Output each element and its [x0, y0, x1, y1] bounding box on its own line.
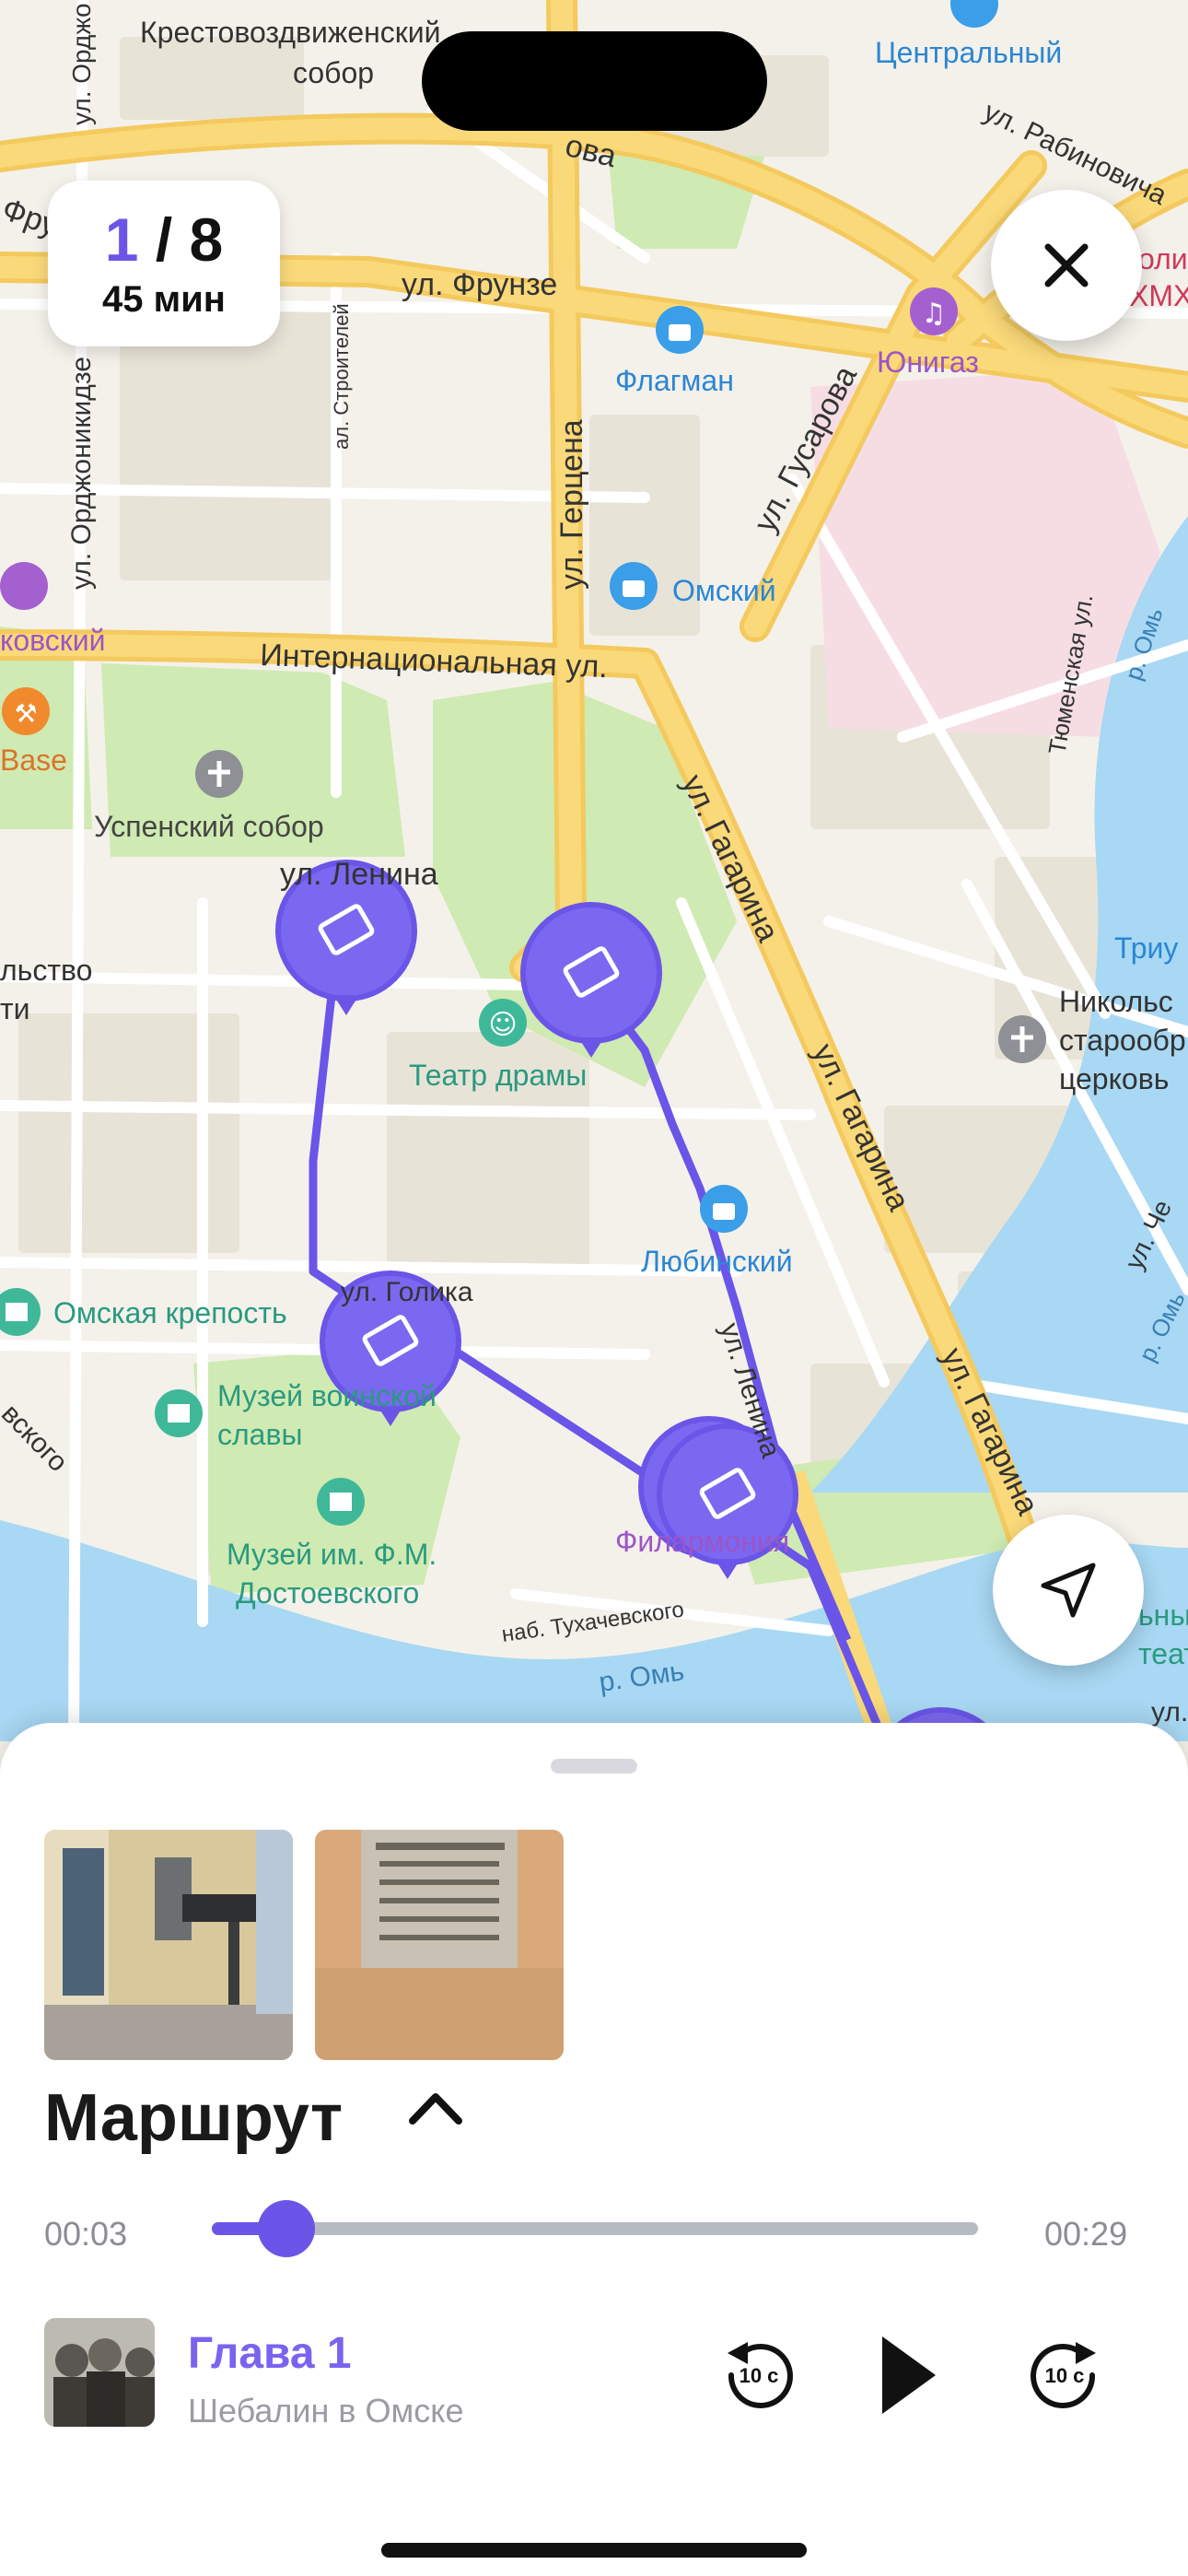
player-title: Маршрут: [44, 2081, 344, 2155]
entertainment-icon: [0, 562, 48, 610]
svg-text:⚒: ⚒: [14, 698, 37, 729]
place-label: церковь: [1059, 1062, 1169, 1095]
close-button[interactable]: [991, 190, 1142, 341]
current-stop: 1: [104, 205, 139, 274]
place-label: Base: [0, 744, 67, 777]
play-button[interactable]: [877, 2331, 941, 2419]
elapsed-time: 00:03: [44, 2215, 128, 2253]
place-label: Филармония: [615, 1525, 789, 1558]
place-label: Театр драмы: [409, 1059, 587, 1092]
my-location-button[interactable]: [993, 1515, 1144, 1666]
street-label: ул. Фрунзе: [402, 267, 557, 302]
shopping-bag-icon: [700, 1185, 748, 1233]
skip-back-button[interactable]: 10 с: [722, 2338, 796, 2412]
street-label: ул. Голика: [341, 1277, 473, 1307]
place-label: Музей воинской: [217, 1379, 437, 1412]
stop-photo[interactable]: [44, 1830, 293, 2060]
counter-separator: /: [138, 205, 190, 274]
route-duration: 45 мин: [102, 278, 226, 320]
place-label: Никольс: [1059, 985, 1173, 1018]
museum-icon: [317, 1478, 365, 1526]
chevron-up-icon[interactable]: [403, 2084, 468, 2130]
place-label: Центральный: [875, 36, 1062, 69]
restaurant-icon: ⚒: [2, 687, 50, 735]
place-label: Триу: [1114, 931, 1178, 965]
play-icon: [882, 2336, 936, 2414]
place-label: Флагман: [615, 364, 734, 397]
street-label: ул. Орджо: [67, 3, 96, 125]
place-label: ьны: [1138, 1598, 1188, 1632]
place-label: Юнигаз: [877, 345, 979, 379]
music-icon: ♫: [910, 287, 958, 335]
route-progress-card: 1 / 8 45 мин: [48, 181, 280, 346]
svg-text:☺: ☺: [488, 1009, 517, 1041]
sheet-handle[interactable]: [551, 1759, 637, 1774]
shopping-bag-icon: [610, 562, 658, 610]
svg-text:♫: ♫: [922, 298, 947, 330]
total-stops: 8: [189, 205, 224, 274]
place-label: Музей им. Ф.М.: [227, 1538, 437, 1571]
theatre-icon: ☺: [479, 999, 527, 1047]
total-time: 00:29: [1044, 2215, 1128, 2253]
place-label: Успенский собор: [94, 810, 324, 843]
street-label: ул. Герцена: [554, 419, 589, 590]
street-label: ул. Ленина: [280, 857, 438, 892]
street-label: ал. Строителей: [330, 303, 353, 450]
dynamic-island: [422, 31, 767, 131]
audio-progress-thumb[interactable]: [257, 2200, 315, 2257]
stop-counter: 1 / 8: [105, 207, 223, 272]
church-icon: [195, 750, 243, 798]
place-label: старообр: [1059, 1024, 1186, 1057]
place-label: ти: [0, 992, 30, 1025]
place-label: ковский: [0, 624, 106, 657]
home-indicator: [381, 2543, 807, 2558]
skip-forward-label: 10 с: [1044, 2364, 1085, 2387]
museum-icon: [155, 1389, 203, 1437]
chapter-cover: [44, 2318, 155, 2427]
chapter-subtitle: Шебалин в Омске: [188, 2392, 464, 2430]
place-label: Достоевского: [236, 1576, 419, 1610]
stop-photo[interactable]: [315, 1830, 564, 2060]
skip-back-label: 10 с: [739, 2364, 779, 2387]
place-label: Омский: [672, 574, 776, 607]
place-label: льство: [0, 954, 92, 987]
street-label: ул. Орджоникидзе: [66, 357, 97, 590]
skip-forward-button[interactable]: 10 с: [1028, 2338, 1101, 2412]
church-icon: [998, 1015, 1046, 1063]
place-label: славы: [217, 1418, 302, 1451]
close-icon: [1044, 243, 1089, 287]
place-label: теат: [1138, 1637, 1188, 1670]
place-label: Любинский: [641, 1245, 793, 1278]
shopping-bag-icon: [656, 306, 704, 354]
place-label: Крестовоздвиженский: [140, 16, 441, 49]
location-arrow-icon: [1041, 1563, 1096, 1618]
chapter-title[interactable]: Глава 1: [188, 2328, 352, 2379]
street-label: ул.: [1151, 1697, 1188, 1727]
place-label: собор: [293, 56, 374, 89]
audio-progress-track[interactable]: [212, 2222, 978, 2235]
place-label: Омская крепость: [53, 1296, 287, 1329]
place-label: оли: [1138, 242, 1188, 275]
